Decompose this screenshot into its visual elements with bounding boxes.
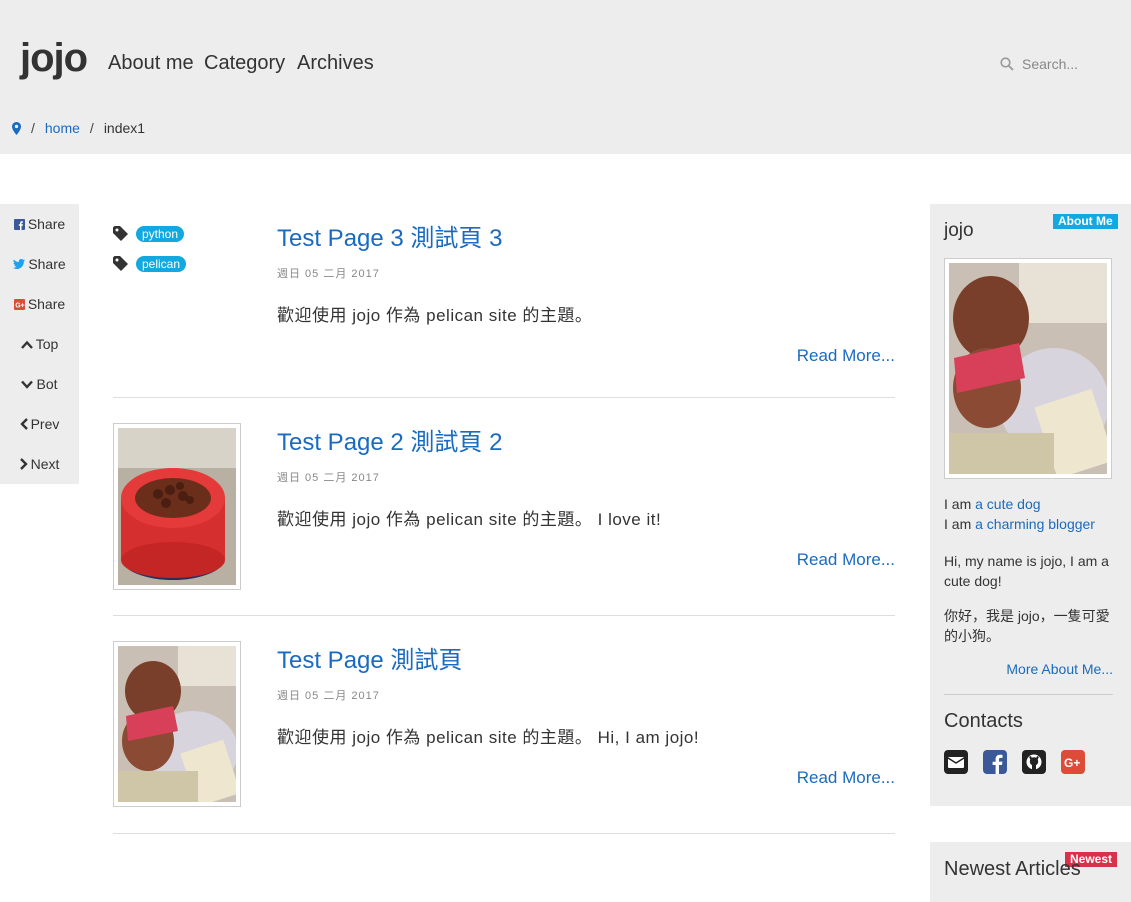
- about-line-1-prefix: I am: [944, 496, 972, 512]
- post-thumbnail[interactable]: [113, 423, 241, 590]
- post-divider: [113, 397, 895, 398]
- scroll-top-label: Top: [35, 336, 59, 352]
- tag-row: pelican: [113, 256, 187, 272]
- about-line-1: I am a cute dog: [944, 496, 1041, 512]
- tag-python[interactable]: python: [136, 226, 185, 242]
- sidebar-name: jojo: [944, 220, 974, 241]
- post-date: 週日 05 二月 2017: [277, 268, 380, 280]
- newest-articles-title: Newest Articles: [944, 858, 1081, 880]
- search-icon: [1000, 57, 1014, 71]
- more-about-me-link[interactable]: More About Me...: [1006, 661, 1113, 677]
- about-sidebar: About Me jojo I am a cute dog I am a cha…: [930, 204, 1131, 806]
- post-divider: [113, 833, 895, 834]
- share-facebook-button[interactable]: Share: [0, 214, 79, 234]
- dog-photo-image: [118, 646, 241, 807]
- prev-page-button[interactable]: Prev: [0, 414, 79, 434]
- svg-text:G+: G+: [15, 302, 25, 309]
- share-google-label: Share: [27, 296, 66, 312]
- tag-row: python: [113, 226, 185, 242]
- about-me-badge: About Me: [1053, 214, 1118, 229]
- site-header: jojo About me Category Archives / home /…: [0, 0, 1131, 154]
- breadcrumb: / home / index1: [12, 120, 145, 136]
- tag-pelican[interactable]: pelican: [136, 256, 187, 272]
- facebook-icon: [13, 218, 25, 230]
- bio-chinese: 你好，我是 jojo，一隻可愛的小狗。: [944, 608, 1110, 644]
- bio-english: Hi, my name is jojo, I am a cute dog!: [944, 553, 1109, 589]
- share-google-button[interactable]: G+ Share: [0, 294, 79, 314]
- sidebar-divider: [944, 694, 1113, 695]
- breadcrumb-separator: /: [89, 120, 94, 136]
- post-title[interactable]: Test Page 3 測試頁 3: [277, 218, 502, 253]
- post-card: Test Page 2 測試頁 2 週日 05 二月 2017 歡迎使用 joj…: [113, 422, 895, 612]
- contact-icons: G+: [944, 750, 1085, 774]
- next-page-button[interactable]: Next: [0, 454, 79, 474]
- scroll-top-button[interactable]: Top: [0, 334, 79, 354]
- share-twitter-button[interactable]: Share: [0, 254, 79, 274]
- github-icon[interactable]: [1022, 750, 1046, 774]
- about-line-2: I am a charming blogger: [944, 516, 1095, 532]
- post-title[interactable]: Test Page 測試頁: [277, 640, 462, 675]
- post-date: 週日 05 二月 2017: [277, 472, 380, 484]
- about-line-2-prefix: I am: [944, 516, 972, 532]
- site-brand[interactable]: jojo: [20, 36, 88, 81]
- read-more-link[interactable]: Read More...: [797, 346, 895, 366]
- scroll-bottom-button[interactable]: Bot: [0, 374, 79, 394]
- breadcrumb-separator: /: [31, 120, 35, 136]
- twitter-icon: [13, 259, 26, 269]
- share-facebook-label: Share: [27, 216, 66, 232]
- nav-about-me[interactable]: About me: [108, 52, 194, 75]
- post-thumbnail[interactable]: [113, 641, 241, 807]
- dog-profile-image: [949, 263, 1115, 479]
- post-card: Test Page 測試頁 週日 05 二月 2017 歡迎使用 jojo 作為…: [113, 640, 895, 830]
- nav-category[interactable]: Category: [204, 52, 285, 75]
- post-summary: 歡迎使用 jojo 作為 pelican site 的主題。: [277, 306, 593, 325]
- next-page-label: Next: [30, 456, 60, 472]
- tag-icon: [113, 226, 128, 241]
- share-sidebar: Share Share G+ Share Top Bot Prev Next: [0, 204, 79, 484]
- about-cute-dog-link[interactable]: a cute dog: [975, 496, 1040, 512]
- read-more-link[interactable]: Read More...: [797, 550, 895, 570]
- search-input[interactable]: [1022, 56, 1112, 72]
- chevron-right-icon: [19, 458, 28, 470]
- svg-text:G+: G+: [1064, 756, 1080, 770]
- chevron-up-icon: [20, 340, 33, 349]
- map-marker-icon: [12, 121, 21, 135]
- google-plus-icon[interactable]: G+: [1061, 750, 1085, 774]
- read-more-link[interactable]: Read More...: [797, 768, 895, 788]
- post-date: 週日 05 二月 2017: [277, 690, 380, 702]
- tag-icon: [113, 256, 128, 271]
- post-title[interactable]: Test Page 2 測試頁 2: [277, 422, 502, 457]
- post-summary: 歡迎使用 jojo 作為 pelican site 的主題。 I love it…: [277, 510, 662, 529]
- share-twitter-label: Share: [28, 256, 66, 272]
- post-divider: [113, 615, 895, 616]
- post-card: python pelican Test Page 3 測試頁 3 週日 05 二…: [113, 218, 895, 398]
- post-summary: 歡迎使用 jojo 作為 pelican site 的主題。 Hi, I am …: [277, 728, 700, 747]
- chevron-left-icon: [19, 418, 28, 430]
- prev-page-label: Prev: [30, 416, 60, 432]
- facebook-icon[interactable]: [983, 750, 1007, 774]
- search-box: [1000, 56, 1112, 72]
- contacts-title: Contacts: [944, 710, 1023, 732]
- chevron-down-icon: [21, 380, 34, 389]
- breadcrumb-home[interactable]: home: [45, 120, 80, 136]
- scroll-bottom-label: Bot: [36, 376, 58, 392]
- profile-photo: [944, 258, 1115, 479]
- google-plus-icon: G+: [13, 298, 25, 310]
- about-blogger-link[interactable]: a charming blogger: [975, 516, 1095, 532]
- breadcrumb-current: index1: [103, 120, 146, 136]
- newest-articles-panel: Newest Newest Articles: [930, 842, 1131, 902]
- envelope-icon[interactable]: [944, 750, 968, 774]
- dog-food-bowl-image: [118, 428, 236, 585]
- nav-archives[interactable]: Archives: [297, 52, 374, 75]
